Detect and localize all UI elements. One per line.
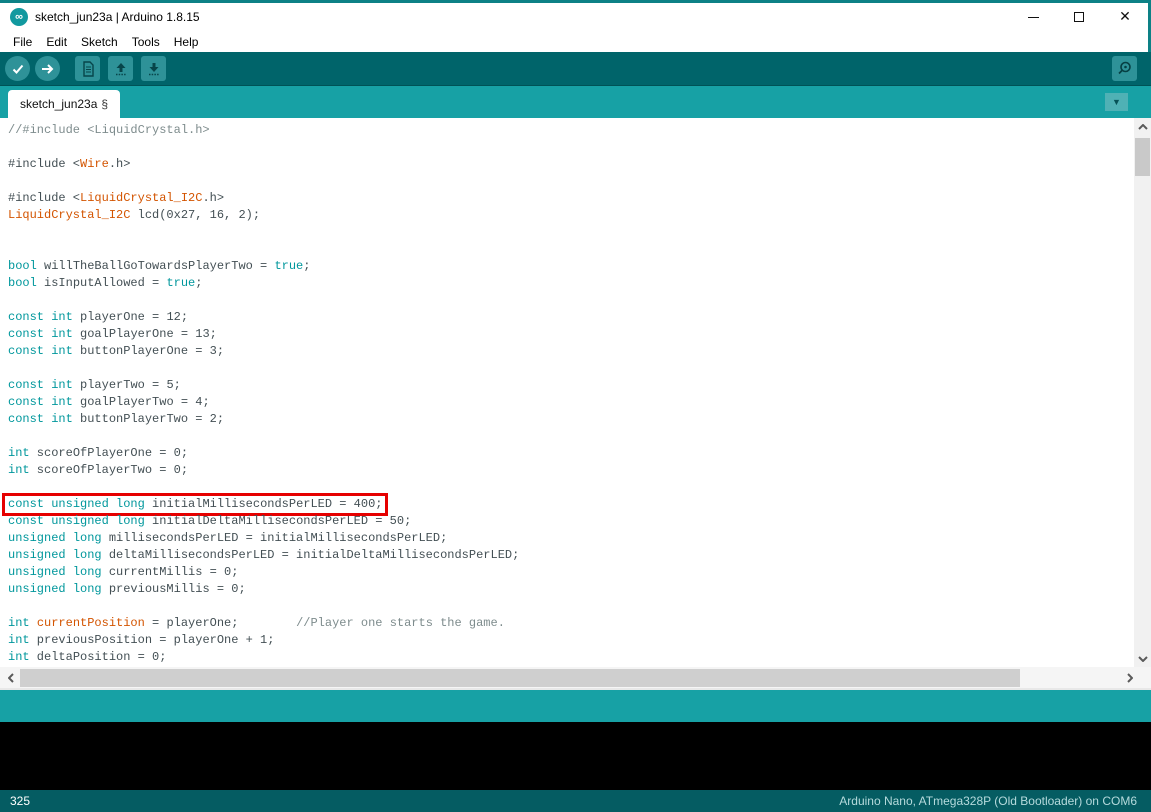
code-line [8, 479, 1134, 496]
code-line: //#include <LiquidCrystal.h> [8, 122, 1134, 139]
code-line: const int playerOne = 12; [8, 309, 1134, 326]
scroll-right-button[interactable] [1121, 669, 1139, 687]
code-line: int deltaPosition = 0; [8, 649, 1134, 666]
tab-bar: sketch_jun23a § ▼ [0, 86, 1151, 118]
maximize-icon [1074, 12, 1084, 22]
code-line: unsigned long millisecondsPerLED = initi… [8, 530, 1134, 547]
console-output[interactable] [0, 722, 1151, 790]
code-line [8, 139, 1134, 156]
minimize-icon [1028, 17, 1039, 18]
code-line: bool isInputAllowed = true; [8, 275, 1134, 292]
code-line: const int buttonPlayerTwo = 2; [8, 411, 1134, 428]
code-area[interactable]: //#include <LiquidCrystal.h> #include <W… [0, 118, 1134, 667]
menu-edit[interactable]: Edit [39, 33, 74, 51]
code-line [8, 428, 1134, 445]
vertical-scroll-thumb[interactable] [1135, 138, 1150, 176]
window-controls: ✕ [1010, 3, 1148, 31]
close-icon: ✕ [1119, 10, 1131, 24]
code-line [8, 292, 1134, 309]
chevron-right-icon [1127, 673, 1133, 683]
tab-label: sketch_jun23a [20, 97, 97, 111]
tab-modified-marker: § [101, 97, 108, 111]
code-line: const int goalPlayerTwo = 4; [8, 394, 1134, 411]
code-line: int scoreOfPlayerOne = 0; [8, 445, 1134, 462]
scroll-down-button[interactable] [1134, 650, 1151, 667]
board-info: Arduino Nano, ATmega328P (Old Bootloader… [839, 794, 1137, 808]
title-bar: ∞ sketch_jun23a | Arduino 1.8.15 ✕ [0, 3, 1151, 31]
serial-monitor-button[interactable] [1112, 56, 1137, 81]
toolbar [0, 52, 1151, 86]
arduino-ide-window: ∞ sketch_jun23a | Arduino 1.8.15 ✕ File … [0, 0, 1151, 812]
code-line: const unsigned long initialMillisecondsP… [8, 496, 1134, 513]
chevron-down-icon: ▼ [1112, 97, 1121, 107]
scroll-left-button[interactable] [2, 669, 20, 687]
upload-button[interactable] [35, 56, 60, 81]
code-line: int scoreOfPlayerTwo = 0; [8, 462, 1134, 479]
code-line: bool willTheBallGoTowardsPlayerTwo = tru… [8, 258, 1134, 275]
new-sketch-button[interactable] [75, 56, 100, 81]
menu-help[interactable]: Help [167, 33, 206, 51]
horizontal-scrollbar[interactable] [0, 667, 1151, 690]
chevron-up-icon [1138, 124, 1148, 130]
menu-file[interactable]: File [6, 33, 39, 51]
open-sketch-button[interactable] [108, 56, 133, 81]
code-line [8, 598, 1134, 615]
code-line [8, 360, 1134, 377]
check-icon [9, 60, 27, 78]
code-line: const int goalPlayerOne = 13; [8, 326, 1134, 343]
horizontal-scroll-thumb[interactable] [20, 669, 1020, 687]
line-number: 325 [10, 794, 30, 808]
arduino-logo-icon: ∞ [10, 8, 28, 26]
scroll-up-button[interactable] [1134, 118, 1151, 135]
maximize-button[interactable] [1056, 3, 1102, 31]
highlighted-code-line: const unsigned long initialMillisecondsP… [5, 496, 385, 513]
menu-bar: File Edit Sketch Tools Help [0, 31, 1151, 52]
code-line: unsigned long currentMillis = 0; [8, 564, 1134, 581]
save-sketch-button[interactable] [141, 56, 166, 81]
code-line [8, 224, 1134, 241]
menu-tools[interactable]: Tools [125, 33, 167, 51]
code-line [8, 241, 1134, 258]
magnifier-icon [1116, 60, 1133, 77]
verify-button[interactable] [5, 56, 30, 81]
status-bar: 325 Arduino Nano, ATmega328P (Old Bootlo… [0, 790, 1151, 812]
code-line: int currentPosition = playerOne; //Playe… [8, 615, 1134, 632]
minimize-button[interactable] [1010, 3, 1056, 31]
code-line: int previousPosition = playerOne + 1; [8, 632, 1134, 649]
up-arrow-icon [113, 61, 129, 77]
code-line: #include <Wire.h> [8, 156, 1134, 173]
code-line: const unsigned long initialDeltaMillisec… [8, 513, 1134, 530]
vertical-scrollbar[interactable] [1134, 118, 1151, 667]
document-icon [80, 61, 96, 77]
code-line: const int playerTwo = 5; [8, 377, 1134, 394]
menu-sketch[interactable]: Sketch [74, 33, 125, 51]
code-line: unsigned long previousMillis = 0; [8, 581, 1134, 598]
down-arrow-icon [146, 61, 162, 77]
right-arrow-icon [39, 60, 57, 78]
code-line: unsigned long deltaMillisecondsPerLED = … [8, 547, 1134, 564]
window-title: sketch_jun23a | Arduino 1.8.15 [35, 10, 200, 24]
tab-list-dropdown-button[interactable]: ▼ [1105, 93, 1128, 111]
code-line: LiquidCrystal_I2C lcd(0x27, 16, 2); [8, 207, 1134, 224]
chevron-left-icon [8, 673, 14, 683]
code-line: const int buttonPlayerOne = 3; [8, 343, 1134, 360]
status-notice-strip [0, 690, 1151, 722]
code-line [8, 173, 1134, 190]
chevron-down-icon [1138, 656, 1148, 662]
code-line: #include <LiquidCrystal_I2C.h> [8, 190, 1134, 207]
tab-sketch-jun23a[interactable]: sketch_jun23a § [8, 90, 120, 118]
close-button[interactable]: ✕ [1102, 3, 1148, 31]
